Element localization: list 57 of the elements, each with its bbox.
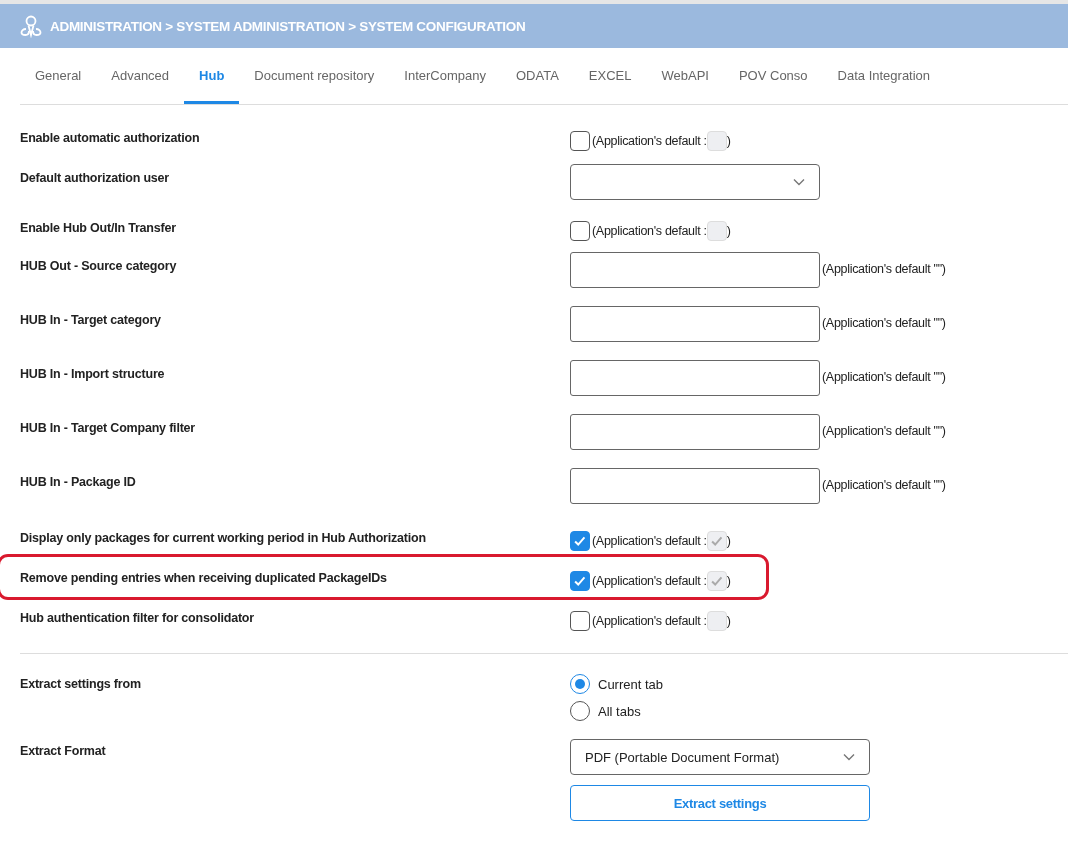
- format-dropdown[interactable]: PDF (Portable Document Format): [570, 739, 870, 775]
- input-field[interactable]: [570, 360, 820, 396]
- radio-option[interactable]: All tabs: [570, 701, 664, 721]
- setting-label: Hub authentication filter for consolidator: [20, 610, 255, 626]
- setting-label: HUB Out - Source category: [20, 258, 178, 274]
- input-field[interactable]: [570, 414, 820, 450]
- default-label-end: ): [726, 224, 731, 238]
- extract-settings-button[interactable]: Extract settings: [570, 785, 870, 821]
- input-field[interactable]: [570, 252, 820, 288]
- default-label: (Application's default :: [592, 224, 707, 238]
- checkbox[interactable]: [570, 571, 590, 591]
- setting-label: Extract Format: [20, 743, 107, 760]
- user-dropdown[interactable]: [570, 164, 820, 200]
- checkbox[interactable]: [570, 531, 590, 551]
- breadcrumb: ADMINISTRATION > SYSTEM ADMINISTRATION > SYSTEM CONFIGURATION: [50, 18, 526, 34]
- setting-label: Extract settings from: [20, 676, 142, 693]
- tab[interactable]: ODATA: [500, 48, 574, 104]
- tab[interactable]: Document repository: [239, 48, 390, 104]
- tab[interactable]: Hub: [184, 48, 240, 104]
- default-label: (Application's default :: [592, 574, 707, 588]
- default-label: (Application's default ""): [822, 316, 946, 330]
- chevron-down-icon: [843, 753, 855, 761]
- chevron-down-icon: [793, 178, 805, 186]
- default-label: (Application's default :: [592, 134, 707, 148]
- setting-label: Default authorization user: [20, 170, 170, 186]
- default-label-end: ): [726, 134, 731, 148]
- checkbox[interactable]: [570, 131, 590, 151]
- tab[interactable]: Advanced: [96, 48, 185, 104]
- default-label-end: ): [726, 614, 731, 628]
- tab[interactable]: WebAPI: [646, 48, 724, 104]
- default-label: (Application's default ""): [822, 370, 946, 384]
- tab[interactable]: General: [20, 48, 97, 104]
- input-field[interactable]: [570, 306, 820, 342]
- default-label: (Application's default ""): [822, 262, 946, 276]
- default-label: (Application's default :: [592, 534, 707, 548]
- checkbox[interactable]: [570, 221, 590, 241]
- setting-label: HUB In - Target category: [20, 312, 162, 328]
- setting-label: HUB In - Package ID: [20, 474, 137, 490]
- tab[interactable]: POV Conso: [723, 48, 823, 104]
- default-label-end: ): [726, 534, 731, 548]
- tab[interactable]: EXCEL: [573, 48, 647, 104]
- default-label: (Application's default ""): [822, 478, 946, 492]
- checkbox[interactable]: [570, 611, 590, 631]
- input-field[interactable]: [570, 468, 820, 504]
- default-label: (Application's default :: [592, 614, 707, 628]
- setting-label: Display only packages for current working period in Hub Authorization: [20, 530, 427, 546]
- radio-option[interactable]: Current tab: [570, 674, 664, 694]
- users-icon: [20, 14, 42, 38]
- setting-label: Remove pending entries when receiving duplicated PackageIDs: [20, 570, 388, 586]
- default-label-end: ): [726, 574, 731, 588]
- setting-label: HUB In - Target Company filter: [20, 420, 197, 436]
- setting-label: Enable Hub Out/In Transfer: [20, 220, 177, 236]
- setting-label: HUB In - Import structure: [20, 366, 166, 382]
- tab[interactable]: Data Integration: [822, 48, 946, 104]
- tab[interactable]: InterCompany: [389, 48, 501, 104]
- setting-label: Enable automatic authorization: [20, 130, 201, 146]
- default-label: (Application's default ""): [822, 424, 946, 438]
